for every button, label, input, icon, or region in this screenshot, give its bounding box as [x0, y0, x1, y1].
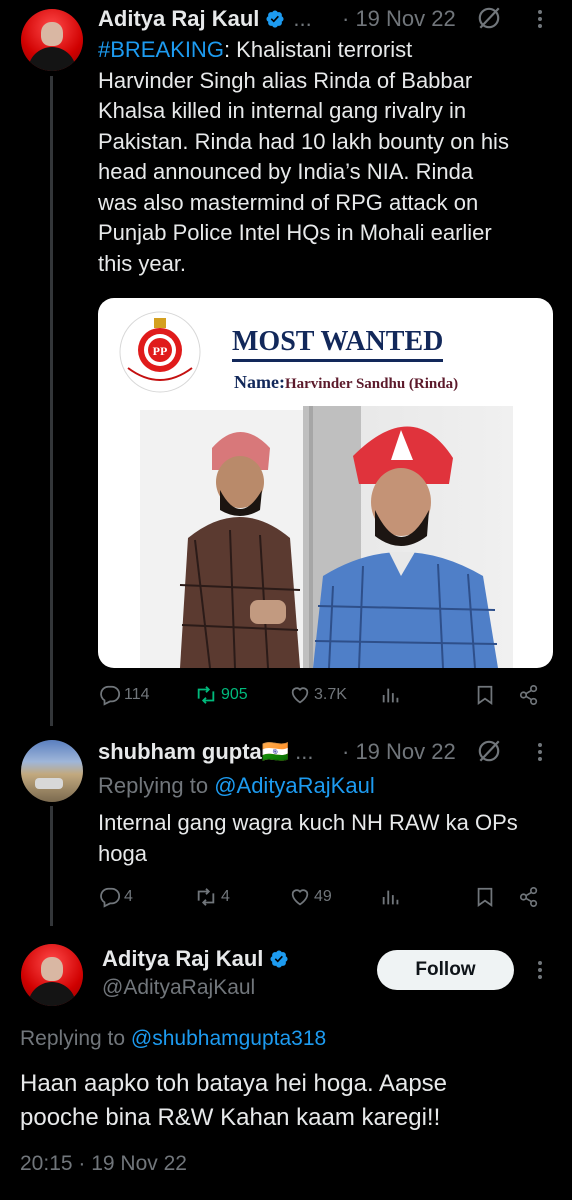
tweet2-header: shubham gupta🇮🇳 ... [98, 739, 314, 765]
share-icon [519, 685, 538, 705]
bookmark-button[interactable] [474, 684, 496, 706]
tweet-text-line: : Khalistani terrorist [223, 37, 413, 62]
replying-prefix: Replying to [20, 1027, 131, 1050]
reply-icon [100, 887, 120, 908]
avatar-aditya[interactable] [21, 9, 83, 71]
retweet-count: 4 [221, 888, 230, 905]
verified-badge-icon [266, 10, 284, 28]
like-count: 3.7K [314, 686, 347, 703]
name-label: Name: [234, 372, 285, 392]
reply-icon [100, 685, 120, 706]
like-icon [291, 889, 309, 906]
tweet3-text: Haan aapko toh bataya hei hoga. Aapse po… [20, 1067, 560, 1135]
tweet-text-line: was also mastermind of RPG attack on [98, 189, 479, 215]
reply-button[interactable]: 114 [99, 684, 150, 706]
reply-count: 4 [124, 888, 133, 905]
replying-mention[interactable]: @AdityaRajKaul [214, 773, 375, 798]
verified-badge-icon [270, 950, 288, 968]
grok-icon[interactable] [476, 5, 502, 31]
like-button[interactable]: 49 [289, 886, 332, 908]
retweet-button[interactable]: 905 [194, 684, 248, 706]
tweet-date[interactable]: · 19 Nov 22 [342, 739, 456, 765]
tweet-media-image[interactable]: PP MOST WANTED Name:Harvinder Sandhu (Ri… [98, 298, 553, 668]
tweet-text-line: Khalsa killed in internal gang rivalry i… [98, 98, 467, 123]
tweet-text-line: Pakistan. Rinda had 10 lakh bounty on hi… [98, 128, 509, 154]
tweet1-header: Aditya Raj Kaul ... [98, 6, 312, 32]
tweet-date[interactable]: · 19 Nov 22 [342, 6, 456, 32]
name-value: Harvinder Sandhu (Rinda) [284, 376, 459, 392]
tweet-text-line: head announced by India’s NIA. Rinda [98, 159, 474, 184]
tweet-text-line: Haan aapko toh bataya hei hoga. Aapse [20, 1070, 448, 1097]
follow-button[interactable]: Follow [377, 950, 514, 990]
most-wanted-title: MOST WANTED [232, 326, 444, 362]
tweet2-text: Internal gang wagra kuch NH RAW ka OPs h… [98, 808, 558, 869]
breaking-hashtag[interactable]: #BREAKING [98, 37, 224, 62]
like-button[interactable]: 3.7K [289, 684, 347, 706]
avatar-shubham[interactable] [21, 740, 83, 802]
tweet-timestamp[interactable]: 20:15 · 19 Nov 22 [20, 1152, 187, 1176]
avatar-aditya[interactable] [21, 944, 83, 1006]
author-name[interactable]: Aditya Raj Kaul [102, 946, 263, 972]
more-icon[interactable] [533, 739, 547, 765]
tweet-text-line: pooche bina R&W Kahan kaam karegi!! [20, 1104, 441, 1131]
tweet-text-line: Internal gang wagra kuch NH RAW ka OPs [98, 810, 518, 835]
like-count: 49 [314, 888, 332, 905]
tweet3-header: Aditya Raj Kaul [102, 946, 289, 972]
views-icon [382, 890, 399, 905]
replying-mention[interactable]: @shubhamgupta318 [131, 1027, 326, 1050]
tweet1-text: #BREAKING: Khalistani terrorist Harvinde… [98, 35, 558, 279]
bookmark-icon [477, 887, 493, 907]
more-icon[interactable] [533, 6, 547, 32]
replying-to: Replying to @AdityaRajKaul [98, 771, 375, 802]
tweet-text-line: hoga [98, 840, 147, 866]
most-wanted-name: Name:Harvinder Sandhu (Rinda) [234, 372, 458, 393]
author-name[interactable]: shubham gupta🇮🇳 [98, 739, 289, 765]
thread-line [50, 806, 53, 926]
retweet-button[interactable]: 4 [194, 886, 230, 908]
replying-to: Replying to @shubhamgupta318 [20, 1024, 326, 1055]
bookmark-icon [477, 685, 493, 705]
share-button[interactable] [518, 886, 540, 908]
like-icon [291, 687, 309, 704]
views-button[interactable] [380, 886, 402, 908]
suspect-photo-left [140, 410, 303, 668]
retweet-count: 905 [221, 686, 248, 703]
tweet-text-line: Harvinder Singh alias Rinda of Babbar [98, 67, 473, 93]
tweet-text-line: this year. [98, 250, 187, 276]
retweet-icon [197, 888, 215, 906]
grok-icon[interactable] [476, 738, 502, 764]
share-button[interactable] [518, 684, 540, 706]
more-icon[interactable] [533, 957, 547, 983]
author-handle[interactable]: @AdityaRajKaul [102, 976, 255, 1000]
tweet-text-line: Punjab Police Intel HQs in Mohali earlie… [98, 220, 492, 245]
svg-text:PP: PP [153, 344, 168, 358]
header-ellipsis: ... [295, 739, 314, 764]
bookmark-button[interactable] [474, 886, 496, 908]
header-ellipsis: ... [293, 6, 312, 31]
punjab-police-logo: PP [119, 311, 201, 393]
replying-prefix: Replying to [98, 773, 215, 798]
reply-count: 114 [124, 686, 150, 703]
share-icon [519, 887, 538, 907]
views-icon [382, 688, 399, 703]
views-button[interactable] [380, 684, 402, 706]
reply-button[interactable]: 4 [99, 886, 133, 908]
retweet-icon [197, 686, 215, 704]
suspect-photo-right [303, 406, 513, 668]
author-name[interactable]: Aditya Raj Kaul [98, 6, 259, 32]
thread-line [50, 76, 53, 726]
